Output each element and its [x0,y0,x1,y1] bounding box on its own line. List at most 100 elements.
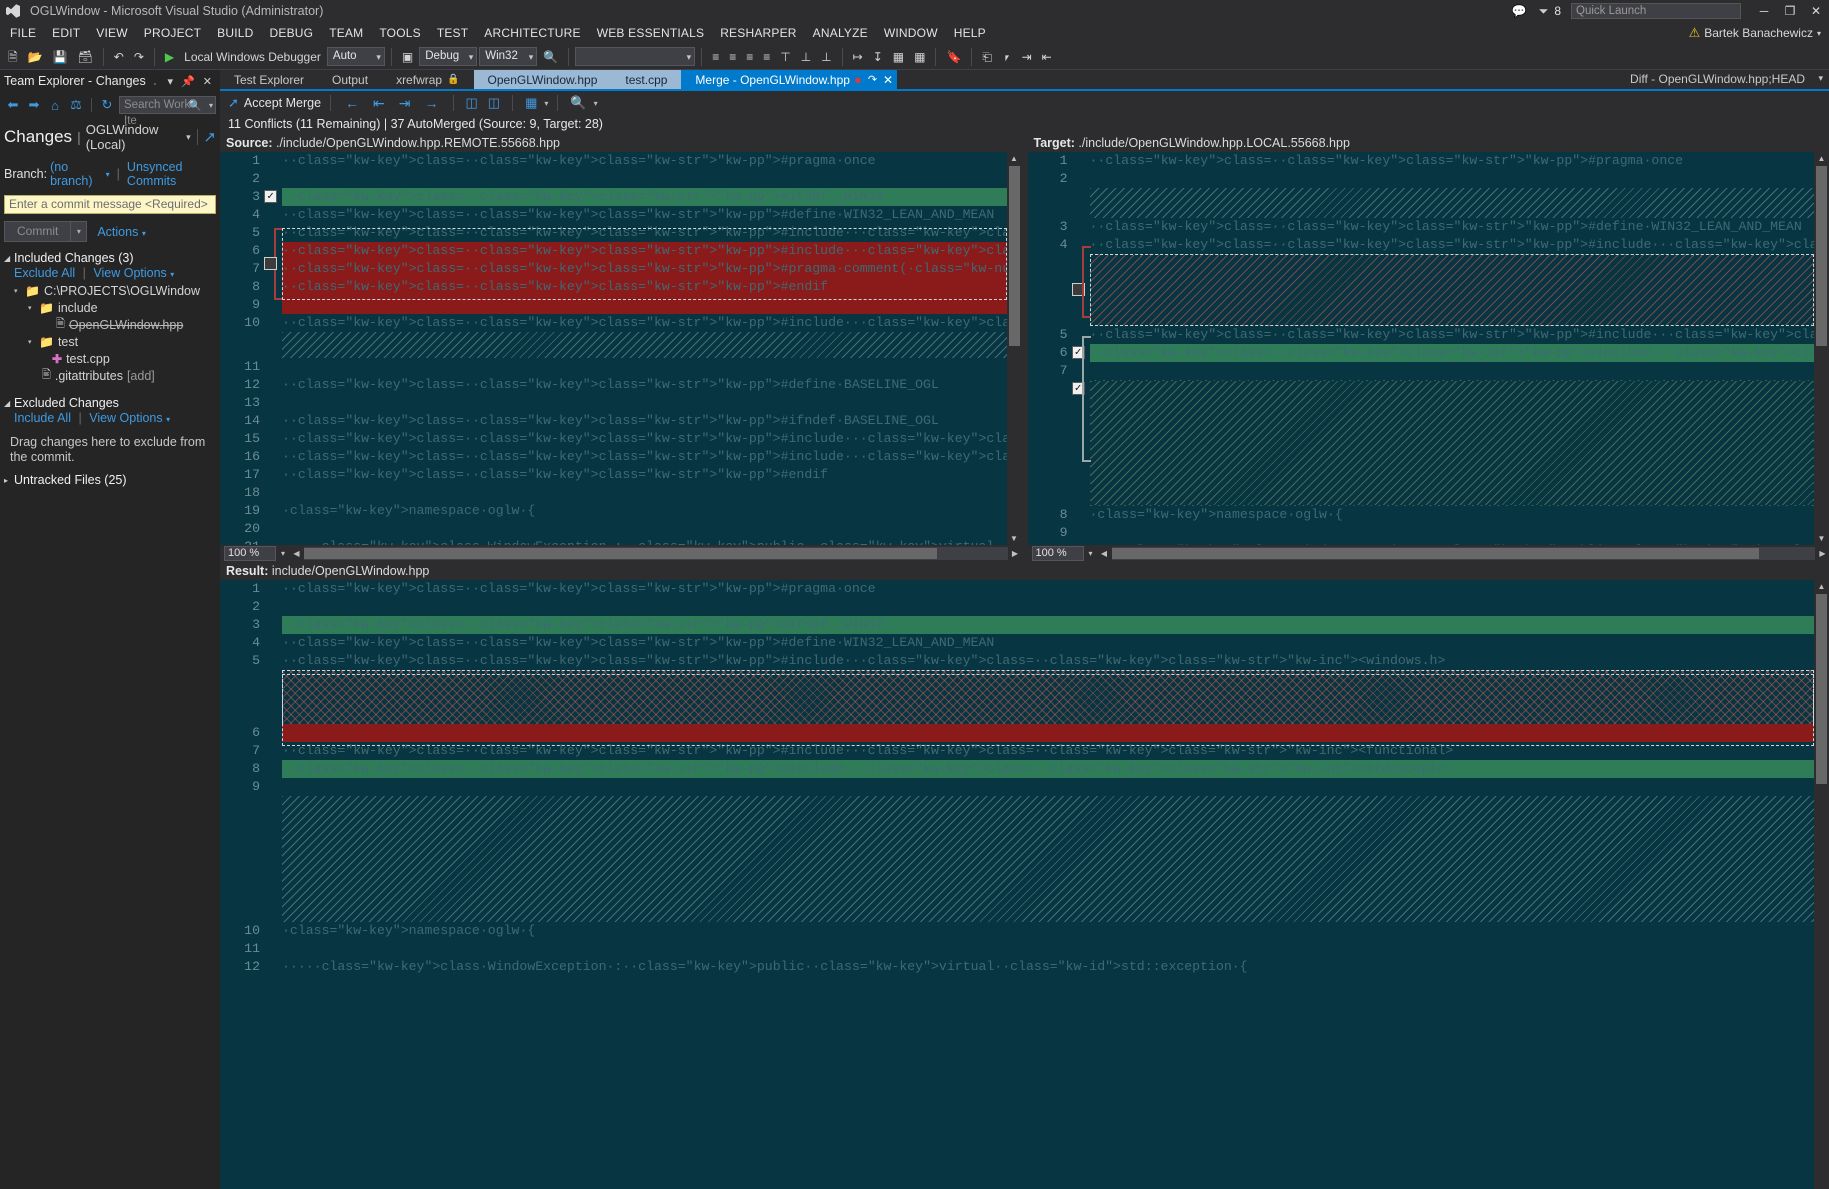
result-vertical-scrollbar[interactable]: ▲ ▼ [1814,580,1829,1189]
refresh-icon[interactable]: ↻ [98,96,116,114]
tab-test-cpp[interactable]: test.cpp [611,70,682,89]
source-editor[interactable]: 1 ··class="kw-key">class=··class="kw-key"… [220,152,1022,545]
panel-drag-grip[interactable] [153,78,156,85]
tab-test-explorer[interactable]: Test Explorer [220,70,318,89]
branch-name[interactable]: (no branch) [50,160,103,188]
tree-row[interactable]: ✚ test.cpp [6,350,220,367]
menu-debug[interactable]: DEBUG [262,24,322,42]
scroll-right-icon[interactable]: ▶ [1009,549,1022,558]
untracked-files-header[interactable]: Untracked Files (25) [0,465,220,487]
pin-tab-icon[interactable]: ↷ [868,73,877,86]
commit-message-input[interactable]: Enter a commit message <Required> [4,195,216,214]
menu-view[interactable]: VIEW [88,24,135,42]
menu-team[interactable]: TEAM [321,24,371,42]
align-left-icon[interactable]: ≡ [725,45,740,69]
previous-conflict-button[interactable]: ← [340,92,364,114]
target-zoom-level[interactable]: 100 % [1031,546,1084,561]
first-conflict-button[interactable]: ⇤ [368,92,390,114]
notifications-icon[interactable]: ⏷ [1533,0,1555,22]
start-debug-icon[interactable]: ▶ [161,45,178,69]
solution-platform-select[interactable]: Win32 [479,47,538,66]
code-line[interactable]: ·class="kw-key">namespace·oglw·{ [1090,506,1829,524]
configuration-select[interactable]: Debug [419,47,478,66]
platform-auto-select[interactable]: Auto [326,47,385,66]
chevron-down-icon[interactable]: ▾ [164,75,178,88]
tab-merge-openglwindow-hpp[interactable]: Merge - OpenGLWindow.hpp ● ↷ ✕ [681,70,898,89]
code-line[interactable]: ··class="kw-key">class=··class="kw-key">… [1090,326,1829,344]
tree-row[interactable]: 🖹 .gitattributes [add] [6,367,220,384]
code-line[interactable]: ··class="kw-key">class=··class="kw-key">… [1090,344,1829,362]
code-line[interactable]: ··class="kw-key">class=··class="kw-key">… [282,152,1022,170]
indent-icon[interactable]: ⇥ [1018,45,1036,69]
code-line[interactable]: ··class="kw-key">class=··class="kw-key">… [282,448,1022,466]
undo-icon[interactable]: ↶ [110,45,128,69]
code-line[interactable]: ··class="kw-key">class=··class="kw-key">… [282,188,1022,206]
menu-architecture[interactable]: ARCHITECTURE [476,24,588,42]
save-icon[interactable]: 💾 [49,45,72,69]
align-right-icon[interactable]: ≡ [759,45,774,69]
excluded-changes-header[interactable]: Excluded Changes [0,392,220,411]
expander-icon[interactable] [4,476,14,485]
scroll-left-icon[interactable]: ◀ [290,549,303,558]
align-middle-icon[interactable]: ⊥ [797,45,815,69]
code-line[interactable]: ··class="kw-key">class=··class="kw-key">… [1090,152,1829,170]
code-line[interactable]: ··class="kw-key">class=··class="kw-key">… [282,430,1022,448]
scrollbar-thumb[interactable] [1111,548,1759,559]
menu-test[interactable]: TEST [429,24,476,42]
attach-icon[interactable]: ▣ [398,45,417,69]
tab-openglwindow-hpp[interactable]: OpenGLWindow.hpp [473,70,612,89]
scroll-right-icon[interactable]: ▶ [1816,549,1829,558]
size-both-icon[interactable]: ▦ [889,45,908,69]
start-debug-label[interactable]: Local Windows Debugger [180,45,325,69]
scroll-up-icon[interactable]: ▲ [1007,152,1022,165]
zoom-icon[interactable]: 🔍 [567,95,589,111]
chevron-down-icon[interactable]: ▾ [166,415,170,424]
menu-help[interactable]: HELP [946,24,994,42]
code-line[interactable]: ··class="kw-key">class=··class="kw-key">… [282,652,1829,670]
align-bottom-icon[interactable]: ⊥ [817,45,835,69]
open-file-icon[interactable]: 📂 [24,45,47,69]
close-icon[interactable]: ✕ [199,75,216,88]
code-line[interactable]: ·class="kw-key">namespace·oglw·{ [282,502,1022,520]
accept-merge-button[interactable]: ➚ Accept Merge [228,95,321,111]
pin-icon[interactable]: 📌 [177,75,199,88]
code-line[interactable]: ··class="kw-key">class=··class="kw-key">… [282,206,1022,224]
code-line[interactable]: ··class="kw-key">class=··class="kw-key">… [282,580,1829,598]
align-top-icon[interactable]: ⊤ [776,45,794,69]
scroll-down-icon[interactable]: ▼ [1814,532,1829,545]
tree-row[interactable]: ▾ 📁 include [6,299,220,316]
target-editor[interactable]: 1 ··class="kw-key">class=··class="kw-key"… [1027,152,1829,545]
tab-xrefwrap[interactable]: xrefwrap 🔒 [382,70,473,89]
uncomment-icon[interactable]: ⎖ [998,45,1016,69]
chevron-down-icon[interactable]: ▾ [1084,549,1098,558]
code-line[interactable]: ··class="kw-key">class=··class="kw-key">… [282,314,1022,332]
tree-row[interactable]: ▾ 📁 test [6,333,220,350]
included-changes-header[interactable]: Included Changes (3) [0,247,220,266]
feedback-icon[interactable]: 💬 [1506,0,1533,22]
comment-icon[interactable]: ⎗ [978,45,996,69]
size-width-icon[interactable]: ↦ [849,45,867,69]
code-line[interactable]: ·····class="kw-key">class·WindowExceptio… [1090,542,1829,545]
menu-analyze[interactable]: ANALYZE [805,24,876,42]
scroll-left-icon[interactable]: ◀ [1098,549,1111,558]
open-in-new-window-icon[interactable]: ↗ [197,128,216,146]
expander-icon[interactable]: ▾ [28,304,39,312]
outdent-icon[interactable]: ⇤ [1038,45,1056,69]
code-line[interactable]: ··class="kw-key">class=··class="kw-key">… [282,616,1829,634]
user-account-menu[interactable]: ⚠ Bartek Banachewicz ▾ [1689,25,1821,41]
menu-build[interactable]: BUILD [209,24,261,42]
code-line[interactable]: ··class="kw-key">class=··class="kw-key">… [282,634,1829,652]
code-line[interactable]: ··class="kw-key">class=··class="kw-key">… [282,466,1022,484]
code-line[interactable]: ·····class="kw-key">class·WindowExceptio… [282,538,1022,545]
grid-icon[interactable]: ▦ [910,45,929,69]
source-zoom-level[interactable]: 100 % [224,546,276,561]
chevron-down-icon[interactable]: ▾ [544,99,548,108]
code-line[interactable]: ·····class="kw-key">class·WindowExceptio… [282,958,1829,976]
redo-icon[interactable]: ↷ [130,45,148,69]
code-line[interactable]: ··class="kw-key">class=··class="kw-key">… [1090,236,1829,254]
expander-icon[interactable] [4,399,14,408]
scrollbar-thumb[interactable] [304,548,938,559]
unsynced-commits-link[interactable]: Unsynced Commits [127,160,216,188]
chevron-down-icon[interactable]: ▾ [276,549,290,558]
tab-output[interactable]: Output [318,70,382,89]
